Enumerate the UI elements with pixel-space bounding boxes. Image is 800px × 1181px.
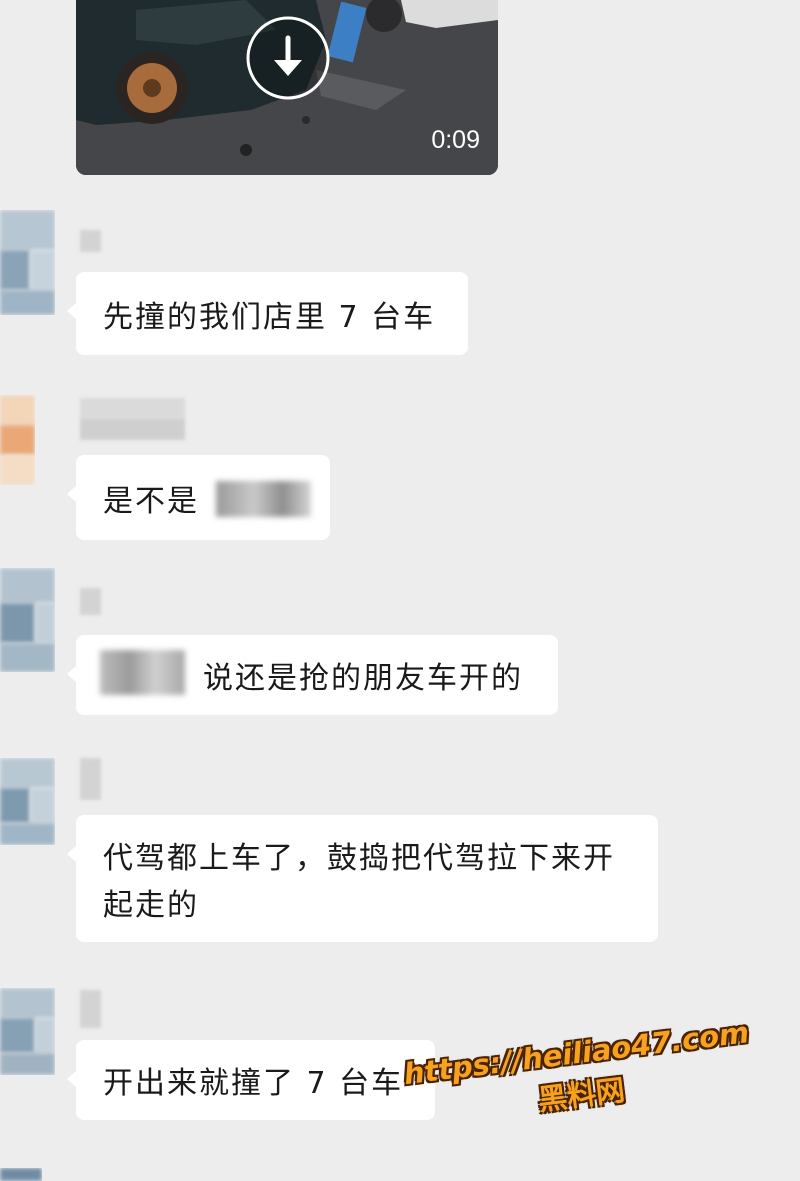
message-text: 说还是抢的朋友车开的 — [203, 661, 523, 696]
sender-name-blurred — [80, 758, 101, 800]
avatar[interactable] — [0, 568, 55, 672]
message-text: 先撞的我们店里 7 台车 — [103, 299, 436, 335]
avatar[interactable] — [0, 758, 55, 845]
message-text: 是不是 — [103, 483, 199, 519]
avatar[interactable] — [0, 210, 55, 315]
watermark: https://heiliao47.com 黑料网 — [395, 1014, 764, 1136]
message-bubble[interactable]: 说还是抢的朋友车开的 — [67, 635, 558, 715]
avatar[interactable] — [0, 395, 35, 485]
message-bubble[interactable]: 代驾都上车了，鼓捣把代驾拉下来开起走的 — [67, 815, 658, 942]
video-duration: 0:09 — [431, 126, 480, 154]
sender-name-blurred — [80, 230, 101, 252]
sender-name-blurred — [80, 990, 101, 1028]
sender-name-blurred — [80, 588, 101, 615]
download-icon[interactable] — [246, 16, 330, 100]
car-wheel-hub — [143, 79, 161, 97]
avatar[interactable] — [0, 988, 55, 1075]
message-bubble[interactable]: 开出来就撞了 7 台车 — [67, 1040, 435, 1120]
video-message-thumbnail[interactable]: 0:09 — [76, 0, 498, 175]
message-text: 代驾都上车了，鼓捣把代驾拉下来开起走的 — [103, 841, 615, 923]
message-text: 开出来就撞了 7 台车 — [103, 1066, 404, 1101]
debris-piece — [302, 116, 310, 124]
sender-name-blurred — [80, 398, 185, 418]
message-bubble[interactable]: 是不是 — [67, 455, 330, 540]
sender-name-blurred — [80, 418, 185, 440]
debris-piece — [240, 144, 252, 156]
avatar[interactable] — [0, 1168, 42, 1181]
message-bubble[interactable]: 先撞的我们店里 7 台车 — [67, 272, 468, 355]
censored-text-blur — [216, 481, 311, 517]
censored-text-blur — [100, 650, 185, 695]
